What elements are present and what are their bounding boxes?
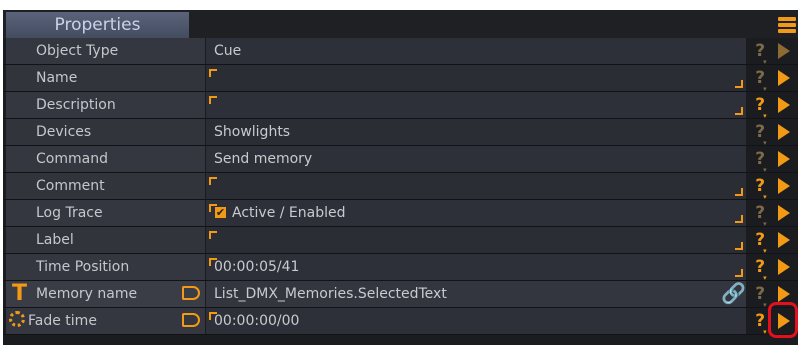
menu-icon[interactable] (778, 17, 796, 37)
property-label-cell: Devices (6, 119, 205, 145)
edit-corner-bottom-right (735, 80, 743, 88)
edit-corner-bottom-right (735, 107, 743, 115)
help-icon[interactable]: ?▾ (753, 65, 771, 93)
tag-icon[interactable] (182, 313, 200, 327)
property-label: Label (36, 232, 74, 248)
property-label: Memory name (36, 286, 138, 302)
help-icon[interactable]: ?▾ (753, 146, 771, 174)
help-icon[interactable]: ?▾ (753, 254, 771, 282)
properties-tab[interactable]: Properties (6, 12, 189, 38)
tag-icon[interactable] (182, 286, 200, 300)
play-icon[interactable] (778, 97, 790, 113)
edit-corner-top-left (209, 69, 217, 77)
play-icon[interactable] (778, 286, 790, 302)
help-icon[interactable]: ?▾ (753, 200, 771, 228)
help-icon[interactable]: ?▾ (753, 38, 771, 66)
row-time-position[interactable]: Time Position 00:00:05/41 ?▾ (3, 254, 798, 282)
property-value: Active / Enabled (232, 205, 346, 221)
property-value: Send memory (214, 151, 313, 167)
memory-name-input[interactable]: List_DMX_Memories.SelectedText 🔗 (206, 281, 746, 307)
play-icon[interactable] (778, 205, 790, 221)
property-label: Log Trace (36, 205, 103, 221)
help-icon[interactable]: ?▾ (753, 173, 771, 201)
play-icon[interactable] (778, 43, 790, 59)
edit-corner-bottom-right (735, 269, 743, 277)
row-description[interactable]: Description ?▾ (3, 92, 798, 120)
edit-corner-bottom-right (735, 242, 743, 250)
edit-corner-top-left (209, 177, 217, 185)
property-value: Showlights (214, 124, 291, 140)
comment-input[interactable] (206, 173, 746, 199)
fade-time-input[interactable]: 00:00:00/00 (206, 308, 746, 334)
help-icon[interactable]: ?▾ (753, 227, 771, 255)
property-label: Devices (36, 124, 92, 140)
play-button-highlight (768, 302, 798, 338)
row-memory-name[interactable]: T Memory name List_DMX_Memories.Selected… (3, 281, 798, 309)
row-object-type[interactable]: Object Type Cue ?▾ (3, 38, 798, 66)
help-icon[interactable]: ?▾ (753, 281, 771, 309)
property-label-cell: Name (6, 65, 205, 91)
property-label-cell: Object Type (6, 38, 205, 64)
row-comment[interactable]: Comment ?▾ (3, 173, 798, 201)
row-name[interactable]: Name ?▾ (3, 65, 798, 93)
property-label-cell: Time Position (6, 254, 205, 280)
clock-icon (9, 311, 25, 327)
row-label[interactable]: Label ?▾ (3, 227, 798, 255)
edit-corner-top-left (209, 96, 217, 104)
property-label: Fade time (28, 313, 97, 329)
name-input[interactable] (206, 65, 746, 91)
label-input[interactable] (206, 227, 746, 253)
play-icon[interactable] (778, 178, 790, 194)
properties-panel: Properties Object Type Cue ?▾ Name ?▾ De… (3, 10, 798, 345)
property-value-cell[interactable]: Cue (206, 38, 746, 64)
property-label: Object Type (36, 43, 119, 59)
play-icon[interactable] (778, 70, 790, 86)
play-icon[interactable] (778, 124, 790, 140)
row-devices[interactable]: Devices Showlights ?▾ (3, 119, 798, 147)
row-command[interactable]: Command Send memory ?▾ (3, 146, 798, 174)
edit-corner-bottom-right (735, 188, 743, 196)
property-label-cell: T Memory name (6, 281, 205, 307)
panel-header: Properties (3, 10, 798, 38)
property-label-cell: Description (6, 92, 205, 118)
property-label: Comment (36, 178, 105, 194)
row-log-trace[interactable]: Log Trace ✔ Active / Enabled ?▾ (3, 200, 798, 228)
properties-grid: Object Type Cue ?▾ Name ?▾ Description ?… (3, 38, 798, 338)
play-icon[interactable] (778, 259, 790, 275)
property-value: List_DMX_Memories.SelectedText (214, 286, 447, 302)
property-value: 00:00:05/41 (214, 259, 300, 275)
edit-corner-top-left (209, 231, 217, 239)
property-label-cell: Fade time (6, 308, 205, 334)
property-value-cell[interactable]: Showlights (206, 119, 746, 145)
property-label-cell: Comment (6, 173, 205, 199)
log-trace-checkbox[interactable]: ✔ Active / Enabled (206, 200, 746, 226)
description-input[interactable] (206, 92, 746, 118)
property-label: Command (36, 151, 108, 167)
play-icon[interactable] (778, 151, 790, 167)
link-icon[interactable]: 🔗 (721, 283, 746, 303)
property-label-cell: Label (6, 227, 205, 253)
play-icon[interactable] (778, 232, 790, 248)
property-label-cell: Log Trace (6, 200, 205, 226)
property-label: Time Position (36, 259, 130, 275)
text-type-icon: T (12, 281, 28, 306)
edit-corner-bottom-right (735, 215, 743, 223)
property-label-cell: Command (6, 146, 205, 172)
property-label: Name (36, 70, 78, 86)
property-label: Description (36, 97, 116, 113)
property-value: 00:00:00/00 (214, 313, 300, 329)
row-fade-time[interactable]: Fade time 00:00:00/00 ?▾ (3, 302, 798, 338)
help-icon[interactable]: ?▾ (753, 119, 771, 147)
time-position-input[interactable]: 00:00:05/41 (206, 254, 746, 280)
help-icon[interactable]: ?▾ (753, 92, 771, 120)
checkbox-icon[interactable]: ✔ (215, 207, 226, 218)
property-value: Cue (214, 43, 242, 59)
property-value-cell[interactable]: Send memory (206, 146, 746, 172)
